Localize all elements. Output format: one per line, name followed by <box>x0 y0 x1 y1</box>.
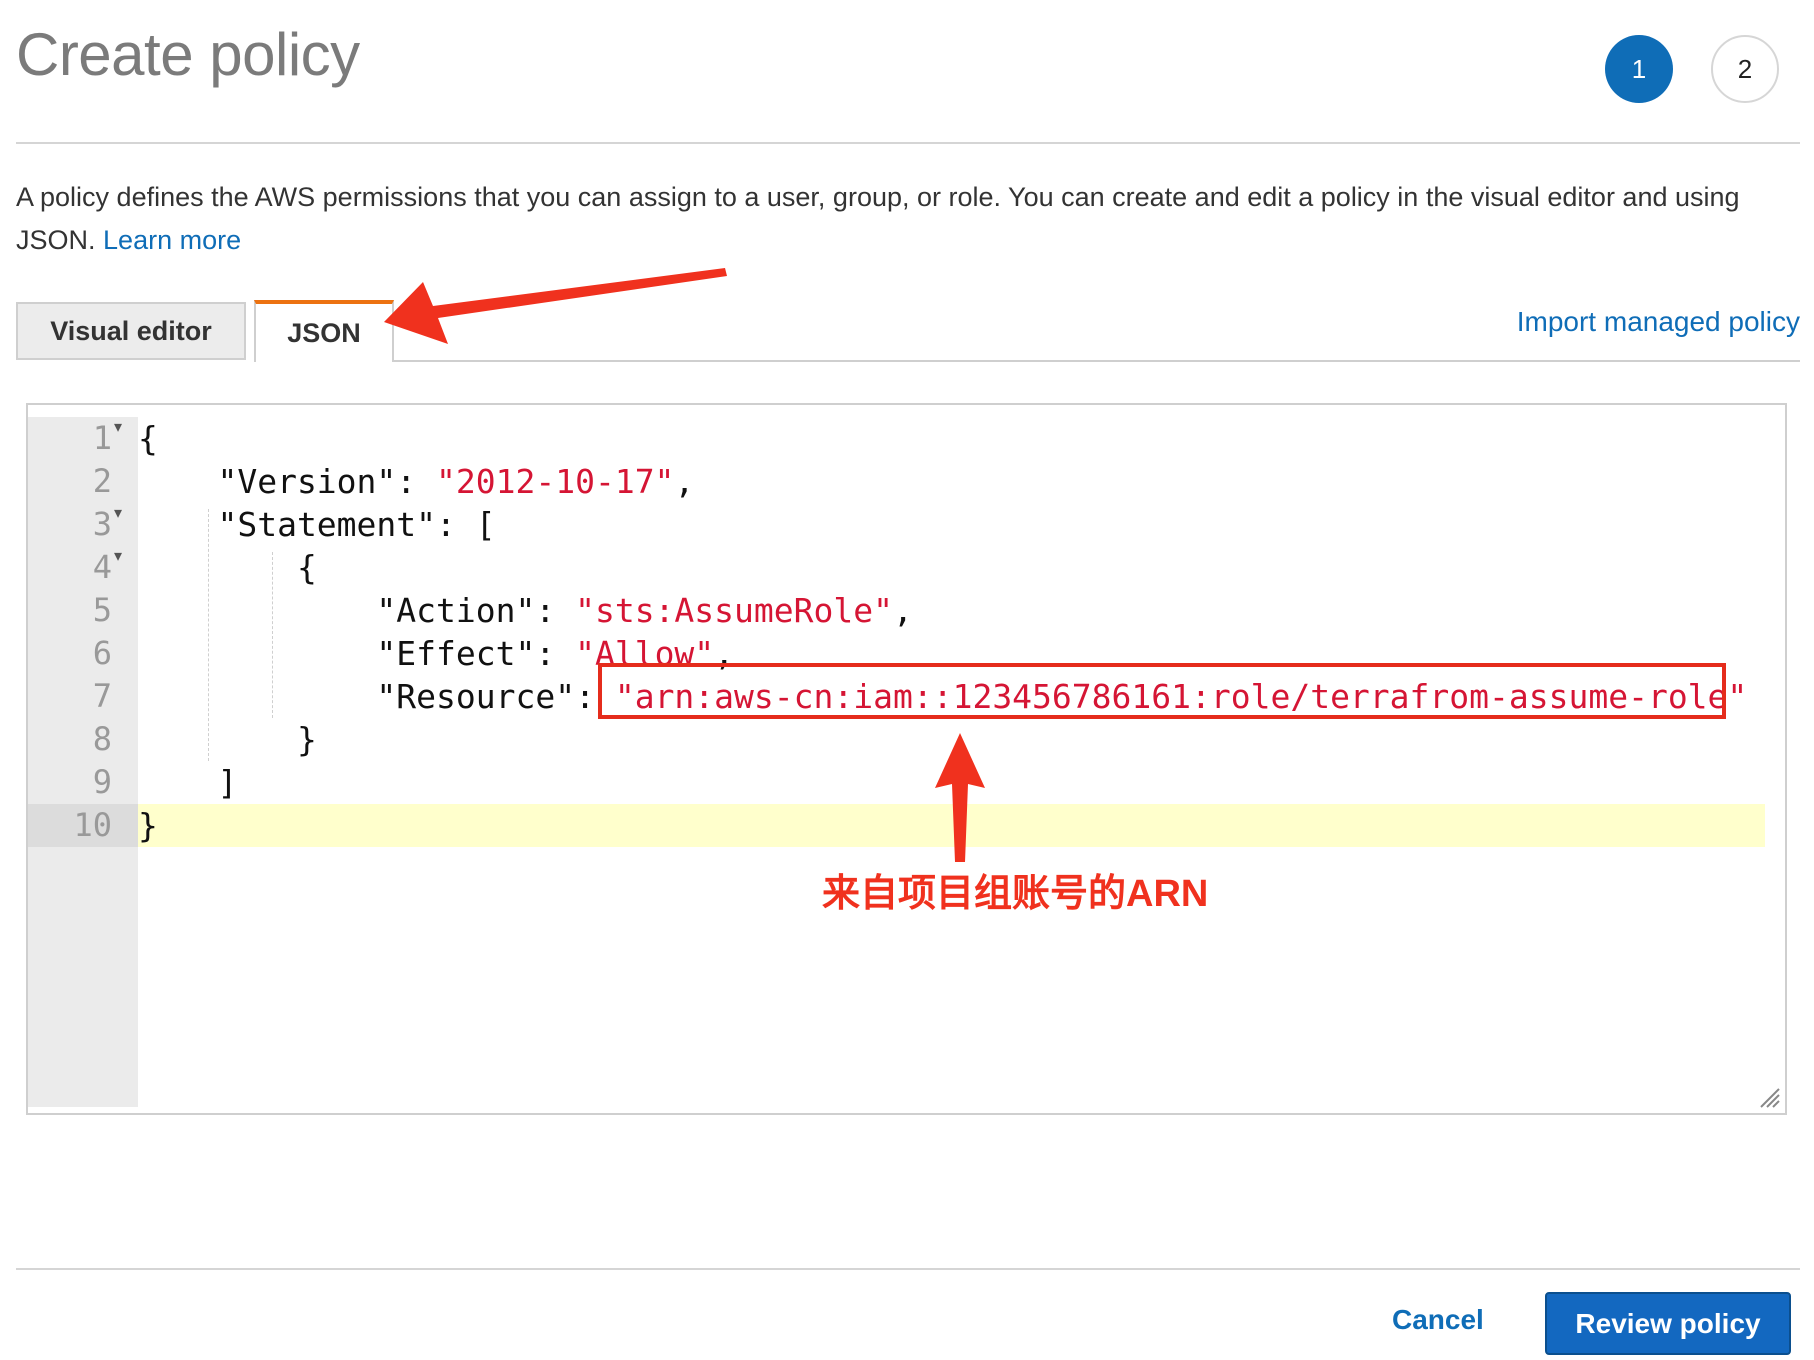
code-line[interactable]: } <box>138 804 1765 847</box>
line-number: 2 <box>92 462 112 500</box>
tab-json[interactable]: JSON <box>254 300 394 362</box>
resize-handle-icon[interactable] <box>1755 1083 1781 1109</box>
review-policy-button[interactable]: Review policy <box>1545 1292 1791 1355</box>
code-line[interactable]: "Action": "sts:AssumeRole", <box>138 589 1765 632</box>
intro-text: A policy defines the AWS permissions tha… <box>16 182 1740 255</box>
arn-highlight-box <box>598 663 1726 719</box>
code-line[interactable]: "Version": "2012-10-17", <box>138 460 1765 503</box>
code-line[interactable]: { <box>138 546 1765 589</box>
footer-divider <box>16 1268 1800 1270</box>
line-number: 10 <box>28 804 138 847</box>
line-number: 9 <box>92 763 112 801</box>
indent-guide <box>208 509 209 761</box>
arrow-to-json-tab-icon <box>384 268 727 344</box>
line-number: 8 <box>92 720 112 758</box>
page-title: Create policy <box>16 21 360 88</box>
line-number: 6 <box>92 634 112 672</box>
annotation-label: 来自项目组账号的ARN <box>822 873 1209 915</box>
wizard-step-2: 2 <box>1711 35 1779 103</box>
import-managed-policy-link[interactable]: Import managed policy <box>1517 306 1800 338</box>
code-line[interactable]: "Statement": [ <box>138 503 1765 546</box>
header-divider <box>16 142 1800 144</box>
tabs-underline <box>394 360 1800 362</box>
tab-visual-editor[interactable]: Visual editor <box>16 302 246 360</box>
line-number: 5 <box>92 591 112 629</box>
json-editor[interactable]: 1 ▾{2 "Version": "2012-10-17", 3 ▾ "Stateme… <box>26 403 1787 1115</box>
wizard-step-1: 1 <box>1605 35 1673 103</box>
learn-more-link[interactable]: Learn more <box>103 225 241 255</box>
code-line[interactable]: { <box>138 417 1765 460</box>
intro-paragraph: A policy defines the AWS permissions tha… <box>16 176 1796 262</box>
cancel-button[interactable]: Cancel <box>1392 1304 1484 1336</box>
code-line[interactable]: ] <box>138 761 1765 804</box>
indent-guide <box>272 552 273 718</box>
line-number: 7 <box>92 677 112 715</box>
code-line[interactable]: } <box>138 718 1765 761</box>
